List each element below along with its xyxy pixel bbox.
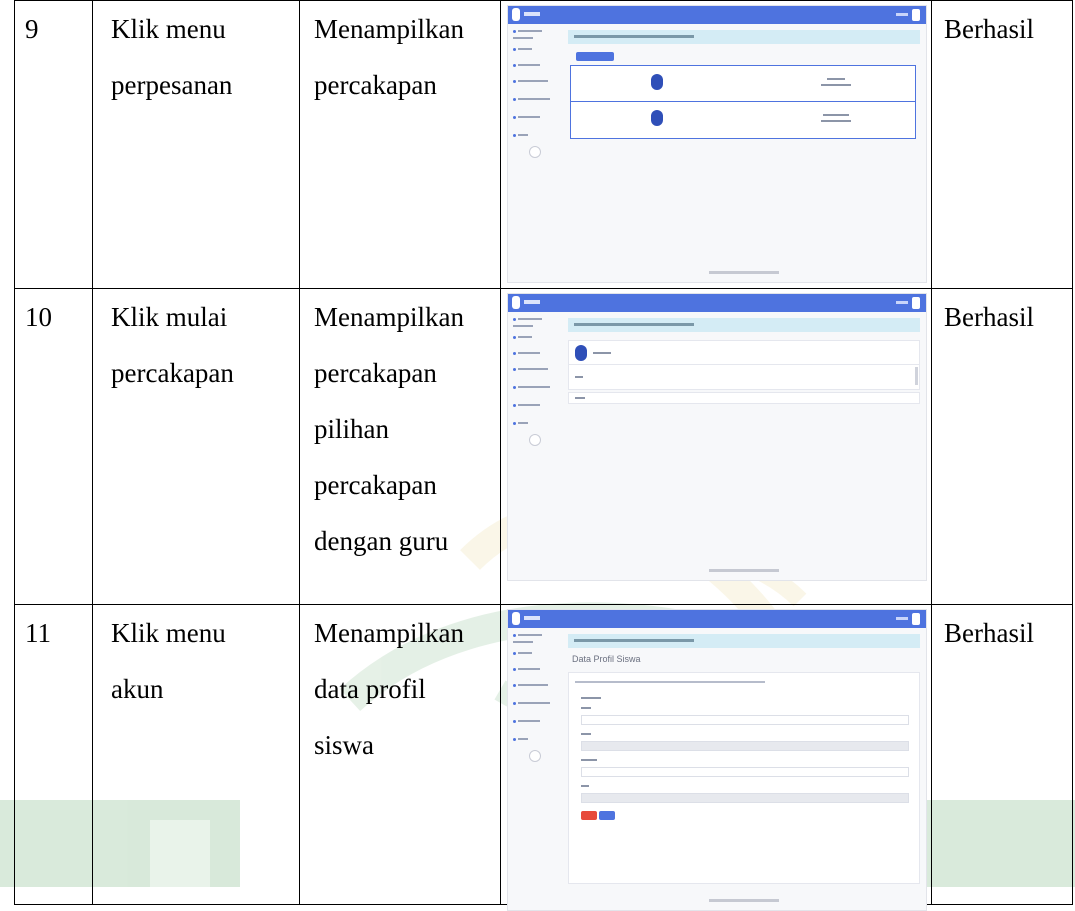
user-icon: [912, 9, 920, 21]
profile-form: [568, 672, 920, 884]
expected-result-cell: Menampilkan data profil siswa: [299, 604, 501, 905]
sidebar: [508, 628, 562, 910]
table-row: 11 Klik menu akun Menampilkan data profi…: [14, 604, 1073, 911]
password-field: [581, 767, 909, 777]
sidebar-toggle-icon: [529, 750, 541, 762]
status-cell: Berhasil: [931, 0, 1073, 289]
status-cell: Berhasil: [931, 604, 1073, 905]
logo-icon: [512, 612, 520, 625]
user-icon: [912, 297, 920, 309]
avatar-icon: [651, 110, 663, 126]
delete-button: [581, 811, 597, 820]
screenshot-cell: Data Profil Siswa: [500, 604, 932, 911]
expected-result-cell: Menampilkan percakapan pilihan percakapa…: [299, 288, 501, 605]
screenshot-profile: Data Profil Siswa: [507, 609, 927, 911]
test-case-table: 9 Klik menu perpesanan Menampilkan perca…: [14, 0, 1073, 911]
avatar-icon: [575, 345, 587, 361]
scenario-cell: Klik menu akun: [92, 604, 300, 905]
chat-messages: [568, 364, 920, 390]
screenshot-cell: [500, 0, 932, 289]
user-icon: [912, 613, 920, 625]
avatar-icon: [651, 74, 663, 90]
expected-result-cell: Menampilkan percakapan: [299, 0, 501, 289]
start-chat-button: [576, 52, 614, 61]
screenshot-messages: [507, 5, 927, 283]
sidebar-toggle-icon: [529, 434, 541, 446]
message-input: [568, 392, 920, 404]
table-row: 9 Klik menu perpesanan Menampilkan perca…: [14, 0, 1073, 289]
logo-icon: [512, 8, 520, 21]
navbar: [508, 610, 926, 628]
sidebar: [508, 312, 562, 580]
conversation-item: [570, 101, 916, 139]
logo-icon: [512, 296, 520, 309]
navbar: [508, 6, 926, 24]
conversation-item: [570, 65, 916, 103]
row-number: 10: [14, 288, 93, 605]
scenario-cell: Klik mulai percakapan: [92, 288, 300, 605]
navbar: [508, 294, 926, 312]
row-number: 11: [14, 604, 93, 905]
save-button: [599, 811, 615, 820]
row-number: 9: [14, 0, 93, 289]
screenshot-cell: [500, 288, 932, 605]
status-cell: Berhasil: [931, 288, 1073, 605]
screenshot-chat: [507, 293, 927, 581]
class-field: [581, 793, 909, 803]
email-field: [581, 741, 909, 751]
chat-header: [568, 340, 920, 366]
scenario-cell: Klik menu perpesanan: [92, 0, 300, 289]
page-title: Data Profil Siswa: [572, 654, 641, 664]
table-row: 10 Klik mulai percakapan Menampilkan per…: [14, 288, 1073, 605]
sidebar: [508, 24, 562, 282]
sidebar-toggle-icon: [529, 146, 541, 158]
name-field: [581, 715, 909, 725]
